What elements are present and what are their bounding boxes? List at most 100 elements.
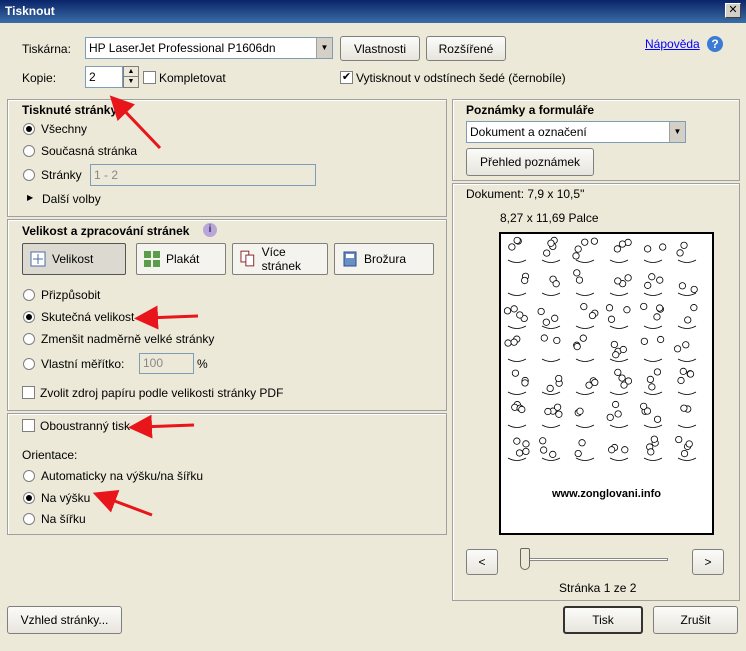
printer-select[interactable]: HP LaserJet Professional P1606dn ▼ xyxy=(85,37,333,59)
diagram-ball xyxy=(542,318,550,326)
custom-scale-radio[interactable] xyxy=(23,358,35,370)
diagram-ball xyxy=(553,336,561,345)
orientation-portrait-label: Na výšku xyxy=(41,491,91,505)
pages-range-input[interactable]: 1 - 2 xyxy=(90,164,316,186)
expand-triangle-icon[interactable]: ▶ xyxy=(27,193,33,202)
pages-current-label: Současná stránka xyxy=(41,144,138,158)
help-link[interactable]: Nápověda xyxy=(645,37,700,51)
properties-button[interactable]: Vlastnosti xyxy=(340,36,420,61)
copies-stepper[interactable]: ▲ ▼ xyxy=(123,66,139,88)
prev-page-button[interactable]: < xyxy=(466,549,498,575)
cancel-button[interactable]: Zrušit xyxy=(653,606,738,634)
diagram-ball xyxy=(578,439,586,447)
diagram-ball xyxy=(546,384,554,393)
diagram-ball xyxy=(623,306,631,314)
diagram-ball xyxy=(621,446,629,454)
multiple-pages-icon xyxy=(240,250,255,267)
diagram-hand xyxy=(541,325,561,329)
page-slider-track[interactable] xyxy=(522,558,668,561)
diagram-ball xyxy=(504,339,512,347)
pages-range-radio[interactable] xyxy=(23,169,35,181)
diagram-ball xyxy=(618,240,627,248)
diagram-ball xyxy=(513,437,521,445)
document-size-label: Dokument: 7,9 x 10,5" xyxy=(466,187,585,201)
diagram-ball xyxy=(554,403,562,411)
diagram-ball xyxy=(607,315,616,323)
orientation-landscape-radio[interactable] xyxy=(23,513,35,525)
next-page-button[interactable]: > xyxy=(692,549,724,575)
page-setup-button[interactable]: Vzhled stránky... xyxy=(7,606,122,634)
diagram-ball xyxy=(646,375,654,384)
orientation-label: Orientace: xyxy=(22,448,78,462)
diagram-ball xyxy=(522,440,530,448)
custom-scale-input[interactable]: 100 xyxy=(139,353,194,374)
fit-radio[interactable] xyxy=(23,289,35,301)
diagram-ball xyxy=(644,281,652,289)
tab-poster[interactable]: Plakát xyxy=(136,243,226,275)
diagram-ball xyxy=(657,335,665,344)
diagram-hand xyxy=(677,292,697,296)
page-slider-thumb[interactable] xyxy=(520,548,530,570)
diagram-ball xyxy=(614,410,622,418)
diagram-hand xyxy=(507,424,527,428)
diagram-hand xyxy=(575,457,595,461)
comments-summary-button[interactable]: Přehled poznámek xyxy=(466,148,594,176)
diagram-ball xyxy=(580,303,588,311)
diagram-ball xyxy=(579,334,587,342)
duplex-label: Oboustranný tisk xyxy=(40,419,131,433)
collate-checkbox[interactable] xyxy=(143,71,156,84)
duplex-checkbox[interactable] xyxy=(22,419,35,432)
tab-size[interactable]: Velikost xyxy=(22,243,126,275)
diagram-ball xyxy=(522,447,530,456)
diagram-ball xyxy=(549,450,557,458)
diagram-hand xyxy=(575,391,595,395)
comments-heading: Poznámky a formuláře xyxy=(466,103,595,117)
grayscale-checkbox[interactable]: ✔ xyxy=(340,71,353,84)
orientation-portrait-radio[interactable] xyxy=(23,492,35,504)
paper-size-label: 8,27 x 11,69 Palce xyxy=(500,211,599,225)
diagram-hand xyxy=(507,358,527,362)
diagram-hand xyxy=(677,424,697,428)
diagram-hand xyxy=(643,292,663,296)
tab-booklet[interactable]: Brožura xyxy=(334,243,434,275)
pages-current-radio[interactable] xyxy=(23,145,35,157)
diagram-ball xyxy=(516,311,524,319)
fit-icon xyxy=(30,251,46,267)
printer-select-value: HP LaserJet Professional P1606dn xyxy=(89,41,276,55)
diagram-hand xyxy=(507,391,527,395)
tab-size-label: Velikost xyxy=(52,252,94,266)
diagram-ball xyxy=(605,304,614,312)
print-button[interactable]: Tisk xyxy=(563,606,643,634)
diagram-hand xyxy=(643,391,663,395)
tab-multiple-pages[interactable]: Více stránek xyxy=(232,243,328,275)
stepper-down-icon[interactable]: ▼ xyxy=(124,77,138,87)
comments-select-value: Dokument a označení xyxy=(470,125,587,139)
close-button[interactable]: ✕ xyxy=(725,3,741,18)
diagram-ball xyxy=(521,379,529,387)
diagram-hand xyxy=(507,325,527,329)
diagram-hand xyxy=(643,358,663,362)
more-options-link[interactable]: Další volby xyxy=(42,192,101,206)
comments-select[interactable]: Dokument a označení ▼ xyxy=(466,121,686,143)
help-icon[interactable]: ? xyxy=(707,36,723,52)
orientation-auto-radio[interactable] xyxy=(23,470,35,482)
window-title-bar[interactable]: Tisknout xyxy=(0,0,746,23)
fit-label: Přizpůsobit xyxy=(41,288,101,302)
diagram-ball xyxy=(653,415,662,423)
diagram-ball xyxy=(540,446,548,454)
copies-input[interactable]: 2 xyxy=(85,66,123,88)
diagram-hand xyxy=(575,292,595,296)
advanced-button[interactable]: Rozšířené xyxy=(426,36,506,61)
diagram-ball xyxy=(581,238,589,246)
paper-source-checkbox[interactable] xyxy=(22,386,35,399)
pages-all-radio[interactable] xyxy=(23,123,35,135)
actual-size-radio[interactable] xyxy=(23,311,35,323)
info-icon[interactable]: i xyxy=(203,223,217,237)
diagram-hand xyxy=(677,259,697,263)
shrink-radio[interactable] xyxy=(23,333,35,345)
diagram-ball xyxy=(640,337,648,345)
percent-label: % xyxy=(197,357,208,371)
diagram-ball xyxy=(608,446,616,454)
stepper-up-icon[interactable]: ▲ xyxy=(124,67,138,77)
diagram-hand xyxy=(643,457,663,461)
